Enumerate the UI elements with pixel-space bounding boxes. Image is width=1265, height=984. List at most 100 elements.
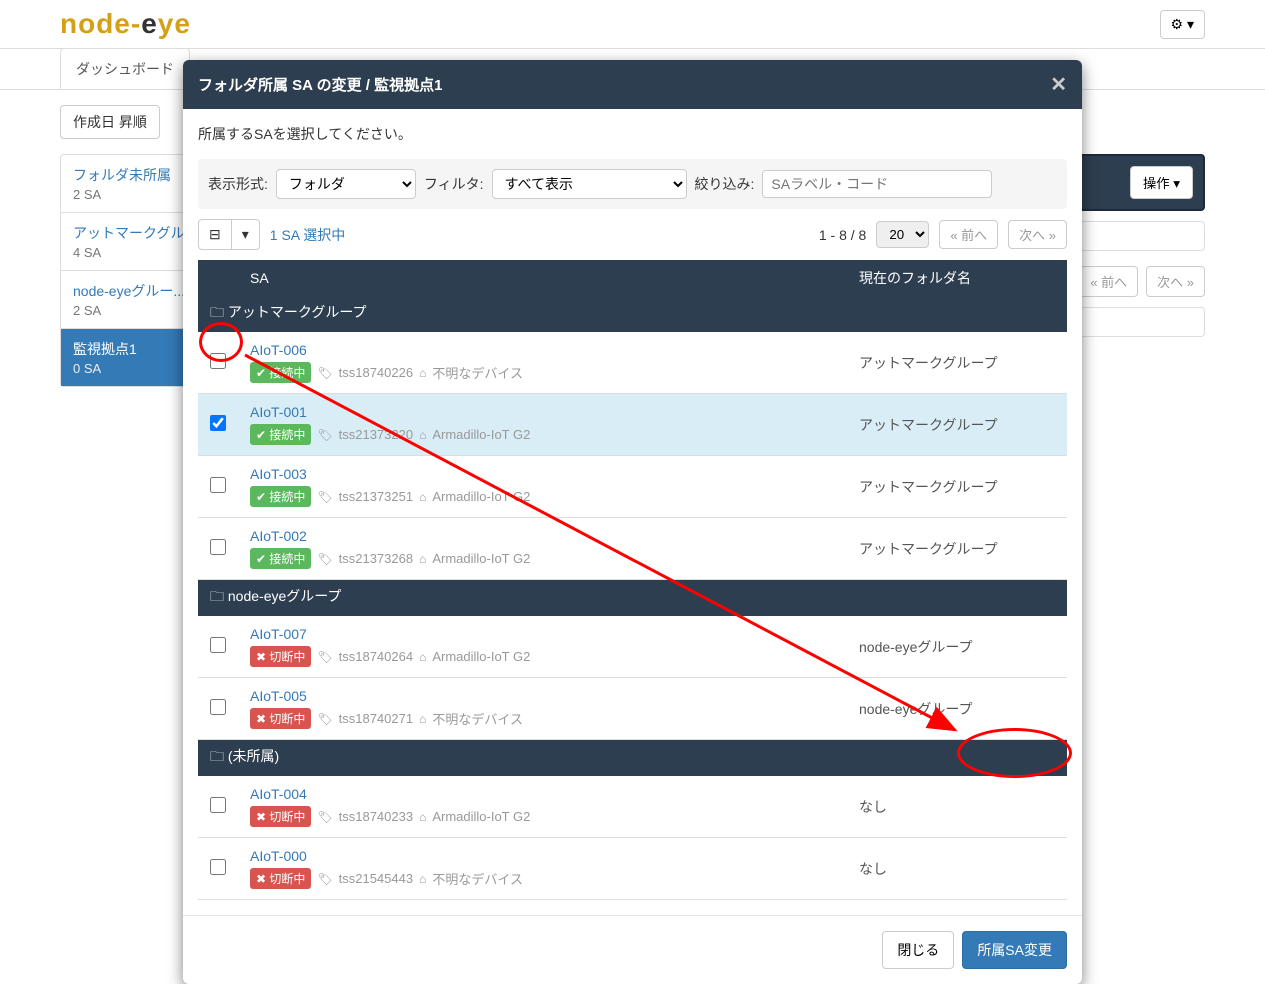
- status-badge: ✖ 切断中: [250, 868, 311, 889]
- sa-name: AIoT-001: [250, 404, 835, 420]
- table-row[interactable]: AIoT-002✔ 接続中🏷tss21373268⌂Armadillo-IoT …: [198, 518, 1067, 580]
- row-checkbox[interactable]: [210, 637, 226, 653]
- group-header: 🗀 node-eyeグループ: [198, 580, 1067, 617]
- modal-next-button[interactable]: 次へ »: [1008, 220, 1067, 249]
- modal-prev-button[interactable]: « 前へ: [939, 220, 998, 249]
- sa-meta: ✔ 接続中🏷tss21373251⌂Armadillo-IoT G2: [250, 486, 835, 507]
- sa-meta: ✖ 切断中 🏷 tss18740233 ⌂ Armadillo-IoT G2: [250, 806, 835, 827]
- tag-icon: 🏷: [317, 552, 332, 566]
- status-badge: ✔ 接続中: [250, 362, 311, 383]
- sa-name: AIoT-007: [250, 626, 835, 642]
- device-icon: ⌂: [419, 810, 426, 824]
- row-checkbox[interactable]: [210, 699, 226, 715]
- submit-button[interactable]: 所属SA変更: [962, 931, 1067, 969]
- status-badge: ✖ 切断中: [250, 646, 311, 667]
- sa-device: Armadillo-IoT G2: [432, 649, 530, 664]
- device-icon: ⌂: [419, 872, 426, 886]
- bulk-check-toggle[interactable]: ⊟: [199, 220, 232, 249]
- sa-code: tss18740226: [339, 365, 413, 380]
- folder-name: アットマークグループ: [847, 518, 1067, 580]
- filter-label: フィルタ:: [424, 174, 484, 194]
- device-icon: ⌂: [419, 366, 426, 380]
- filter-row: 表示形式: フォルダ フィルタ: すべて表示 絞り込み:: [198, 159, 1067, 209]
- modal-instruction: 所属するSAを選択してください。: [198, 124, 1067, 144]
- modal-title: フォルダ所属 SA の変更 / 監視拠点1: [198, 74, 442, 95]
- modal-close-icon[interactable]: ✕: [1050, 72, 1067, 97]
- sa-name: AIoT-002: [250, 528, 835, 544]
- sa-device: 不明なデバイス: [432, 869, 523, 888]
- sa-code: tss21373220: [339, 427, 413, 442]
- gear-menu-button[interactable]: ⚙ ▾: [1160, 10, 1205, 39]
- device-icon: ⌂: [419, 552, 426, 566]
- page-size-select[interactable]: 20: [876, 221, 929, 248]
- tag-icon: 🏷: [317, 872, 332, 886]
- sa-meta: ✖ 切断中🏷tss18740271⌂不明なデバイス: [250, 708, 835, 729]
- device-icon: ⌂: [419, 650, 426, 664]
- sa-code: tss18740233: [339, 809, 413, 824]
- sa-meta: ✔ 接続中🏷tss21373268⌂Armadillo-IoT G2: [250, 548, 835, 569]
- tag-icon: 🏷: [317, 810, 332, 824]
- selection-count[interactable]: 1 SA 選択中: [270, 225, 345, 245]
- modal-footer: 閉じる 所属SA変更: [183, 915, 1082, 984]
- range-text: 1 - 8 / 8: [819, 227, 866, 243]
- folder-name: アットマークグループ: [847, 394, 1067, 456]
- sa-name: AIoT-005: [250, 688, 835, 704]
- table-row[interactable]: AIoT-005✖ 切断中🏷tss18740271⌂不明なデバイスnode-ey…: [198, 678, 1067, 740]
- sa-code: tss18740271: [339, 711, 413, 726]
- next-page-button[interactable]: 次へ »: [1146, 266, 1205, 297]
- modal-change-folder-sa: フォルダ所属 SA の変更 / 監視拠点1 ✕ 所属するSAを選択してください。…: [183, 60, 1082, 984]
- sa-device: 不明なデバイス: [432, 363, 523, 382]
- action-menu-button[interactable]: 操作 ▾: [1130, 166, 1193, 199]
- row-checkbox[interactable]: [210, 797, 226, 813]
- folder-icon: 🗀: [210, 304, 228, 320]
- close-button[interactable]: 閉じる: [882, 931, 954, 969]
- bulk-check-dropdown[interactable]: ▾: [232, 220, 259, 249]
- tag-icon: 🏷: [317, 366, 332, 380]
- group-header: 🗀 アットマークグループ: [198, 296, 1067, 332]
- row-checkbox[interactable]: [210, 859, 226, 875]
- sa-device: Armadillo-IoT G2: [432, 427, 530, 442]
- sa-table: SA 現在のフォルダ名 🗀 アットマークグループAIoT-006✔ 接続中🏷ts…: [198, 260, 1067, 900]
- row-checkbox[interactable]: [210, 353, 226, 369]
- folder-name: アットマークグループ: [847, 332, 1067, 394]
- tab-dashboard[interactable]: ダッシュボード: [60, 48, 190, 89]
- tag-icon: 🏷: [317, 712, 332, 726]
- folder-name: node-eyeグループ: [847, 616, 1067, 678]
- sort-select[interactable]: 作成日 昇順: [60, 105, 160, 139]
- modal-header: フォルダ所属 SA の変更 / 監視拠点1 ✕: [183, 60, 1082, 109]
- table-row[interactable]: AIoT-006✔ 接続中🏷tss18740226⌂不明なデバイスアットマークグ…: [198, 332, 1067, 394]
- prev-page-button[interactable]: « 前へ: [1079, 266, 1138, 297]
- search-input[interactable]: [762, 170, 992, 198]
- table-row[interactable]: AIoT-001✔ 接続中🏷tss21373220⌂Armadillo-IoT …: [198, 394, 1067, 456]
- row-checkbox[interactable]: [210, 539, 226, 555]
- table-row[interactable]: AIoT-004 ✖ 切断中 🏷 tss18740233 ⌂ Armadillo-IoT …: [198, 776, 1067, 838]
- folder-name: なし: [847, 838, 1067, 900]
- row-checkbox[interactable]: [210, 477, 226, 493]
- status-badge: ✔ 接続中: [250, 424, 311, 445]
- sa-code: tss18740264: [339, 649, 413, 664]
- sa-name: AIoT-004: [250, 786, 835, 802]
- sa-meta: ✔ 接続中🏷tss21373220⌂Armadillo-IoT G2: [250, 424, 835, 445]
- table-row[interactable]: AIoT-000✖ 切断中🏷tss21545443⌂不明なデバイスなし: [198, 838, 1067, 900]
- status-badge: ✔ 接続中: [250, 548, 311, 569]
- filter-select[interactable]: すべて表示: [492, 169, 687, 199]
- device-icon: ⌂: [419, 428, 426, 442]
- sa-meta: ✖ 切断中🏷tss21545443⌂不明なデバイス: [250, 868, 835, 889]
- folder-name: なし: [847, 776, 1067, 838]
- display-format-label: 表示形式:: [208, 174, 268, 194]
- status-badge: ✖ 切断中: [250, 806, 311, 827]
- folder-name: アットマークグループ: [847, 456, 1067, 518]
- sa-code: tss21373251: [339, 489, 413, 504]
- row-checkbox[interactable]: [210, 415, 226, 431]
- folder-icon: 🗀: [210, 748, 228, 764]
- tag-icon: 🏷: [317, 650, 332, 664]
- sa-name: AIoT-000: [250, 848, 835, 864]
- sa-code: tss21373268: [339, 551, 413, 566]
- status-badge: ✔ 接続中: [250, 486, 311, 507]
- table-row[interactable]: AIoT-007 ✖ 切断中 🏷 tss18740264 ⌂ Armadillo-IoT …: [198, 616, 1067, 678]
- logo: node-eye: [60, 8, 191, 40]
- table-row[interactable]: AIoT-003✔ 接続中🏷tss21373251⌂Armadillo-IoT …: [198, 456, 1067, 518]
- sa-device: Armadillo-IoT G2: [432, 809, 530, 824]
- display-format-select[interactable]: フォルダ: [276, 169, 416, 199]
- sa-meta: ✔ 接続中 🏷 tss18740226 ⌂ 不明なデバイス: [250, 362, 835, 383]
